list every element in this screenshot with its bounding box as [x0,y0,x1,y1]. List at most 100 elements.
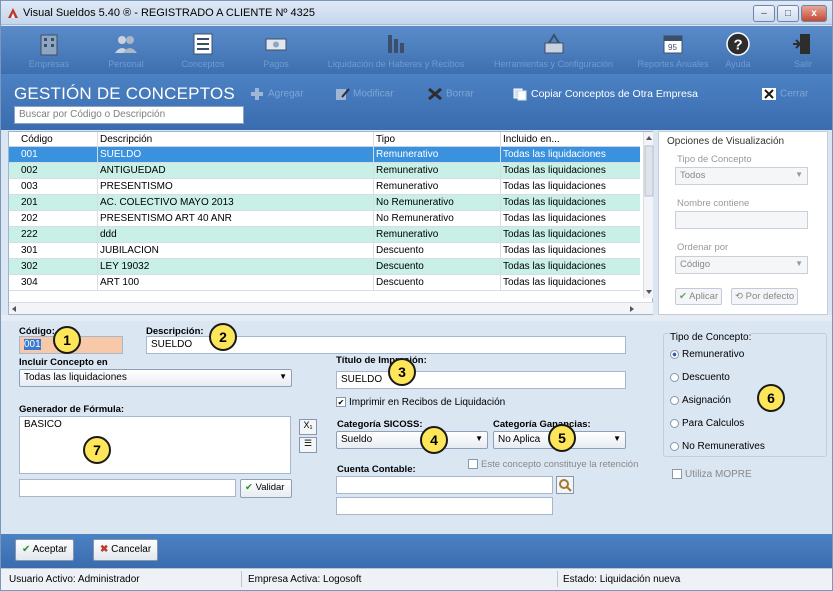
cancelar-label: Cancelar [111,544,152,555]
radio-no-remuneratives[interactable]: No Remuneratives [670,441,765,452]
grid-horizontal-scrollbar[interactable] [9,302,653,314]
chevron-down-icon: ▼ [613,434,621,443]
mopre-checkbox[interactable]: Utiliza MOPRE [672,469,752,480]
ordenar-select[interactable]: Código ▼ [675,256,808,274]
formula-list-button[interactable]: ☰ [299,437,317,453]
calendar-icon: 95 [663,35,683,54]
cell-tipo: Remunerativo [376,181,439,192]
checkbox-icon [468,459,478,470]
scrollbar-arrows-icon [644,136,654,294]
money-icon [265,38,287,51]
imprimir-checkbox[interactable]: ✔ Imprimir en Recibos de Liquidación [336,397,505,408]
toolbar-conceptos[interactable]: Conceptos [168,28,238,69]
footer-bar: ✔ Aceptar ✖ Cancelar [1,534,832,568]
table-row[interactable]: 001 SUELDO Remunerativo Todas las liquidaci… [9,147,640,163]
toolbar-label: Empresas [28,59,70,69]
main-window: Visual Sueldos 5.40 ® - REGISTRADO A CLI… [0,0,833,591]
cuenta-description-field[interactable] [336,497,553,515]
borrar-label: Borrar [446,88,474,100]
toolbar-empresas[interactable]: Empresas [19,28,79,69]
cuenta-search-button[interactable] [556,476,574,494]
toolbar-salir[interactable]: Salir [783,28,823,69]
toolbar-pagos[interactable]: Pagos [246,28,306,69]
cell-descripcion: LEY 19032 [100,261,150,272]
column-header-descripcion[interactable]: Descripción [100,134,152,145]
copiar-conceptos-button[interactable]: Copiar Conceptos de Otra Empresa [512,87,698,101]
por-defecto-button[interactable]: ⟲ Por defecto [731,288,799,305]
minimize-button[interactable]: – [753,5,775,22]
table-row[interactable]: 222 ddd Remunerativo Todas las liquidacione… [9,227,640,243]
maximize-button[interactable]: □ [777,5,799,22]
formula-input[interactable] [19,479,236,497]
cancelar-button[interactable]: ✖ Cancelar [93,539,159,561]
aplicar-button[interactable]: ✔ Aplicar [675,288,723,305]
sicoss-select[interactable]: Sueldo ▼ [336,431,488,449]
check-icon: ✔ [679,291,690,302]
titulo-field[interactable]: SUELDO [336,371,626,389]
cell-codigo: 001 [21,149,38,160]
table-row[interactable]: 202 PRESENTISMO ART 40 ANR No Remunerativo… [9,211,640,227]
chevron-down-icon: ▼ [475,434,483,443]
table-row[interactable]: 003 PRESENTISMO Remunerativo Todas las liqu… [9,179,640,195]
cell-codigo: 002 [21,165,38,176]
table-row[interactable]: 302 LEY 19032 Descuento Todas las liquidaci… [9,259,640,275]
radio-label: Asignación [682,395,731,406]
radio-remunerativo[interactable]: Remunerativo [670,349,744,360]
modificar-button[interactable]: Modificar [334,87,394,101]
cell-descripcion: ART 100 [100,277,140,288]
table-row[interactable]: 304 ART 100 Descuento Todas las liquidacion… [9,275,640,291]
toolbar-label: Reportes Anuales [637,59,709,69]
cerrar-button[interactable]: Cerrar [761,87,808,101]
incluir-select[interactable]: Todas las liquidaciones ▼ [19,369,292,387]
radio-label: Descuento [682,372,730,383]
cell-incluido: Todas las liquidaciones [503,229,606,240]
radio-asignacion[interactable]: Asignación [670,395,731,406]
cell-codigo: 222 [21,229,38,240]
column-header-codigo[interactable]: Código [21,134,53,145]
modificar-label: Modificar [353,88,394,100]
retencion-checkbox[interactable]: Este concepto constituye la retención [468,459,638,470]
formula-variables-button[interactable]: X₁ [299,419,317,435]
search-input[interactable]: Buscar por Código o Descripción [14,106,244,124]
search-icon [559,479,572,492]
plus-icon [251,88,263,100]
variable-icon: X₁ [303,420,313,430]
aceptar-button[interactable]: ✔ Aceptar [15,539,75,561]
nombre-filter-input[interactable] [675,211,808,229]
radio-para-calculos[interactable]: Para Calculos [670,418,744,429]
imprimir-label: Imprimir en Recibos de Liquidación [349,397,506,408]
edit-icon [336,88,350,100]
column-header-incluido[interactable]: Incluido en... [503,134,560,145]
agregar-button[interactable]: Agregar [249,87,304,101]
cell-tipo: Remunerativo [376,229,439,240]
column-header-tipo[interactable]: Tipo [376,134,395,145]
radio-descuento[interactable]: Descuento [670,372,730,383]
cell-incluido: Todas las liquidaciones [503,213,606,224]
toolbar-ayuda[interactable]: ? Ayuda [717,28,759,69]
table-row[interactable]: 201 AC. COLECTIVO MAYO 2013 No Remunerativ… [9,195,640,211]
tipo-filter-select[interactable]: Todos ▼ [675,167,808,185]
cell-codigo: 304 [21,277,38,288]
radio-label: Remunerativo [682,349,745,360]
close-button[interactable]: x [801,5,827,22]
toolbar-liquidacion[interactable]: Liquidación de Haberes y Recibos [321,28,471,69]
status-bar: Usuario Activo: Administrador Empresa Ac… [1,568,832,590]
table-row[interactable]: 301 JUBILACION Descuento Todas las liquidac… [9,243,640,259]
cell-descripcion: AC. COLECTIVO MAYO 2013 [100,197,234,208]
column-divider [373,132,374,291]
radio-selected-icon [670,349,679,359]
toolbar-herramientas[interactable]: Herramientas y Configuración [486,28,621,69]
formula-editor[interactable]: BASICO [19,416,291,474]
page-title: GESTIÓN DE CONCEPTOS [14,84,235,103]
grid-vertical-scrollbar[interactable] [643,132,654,298]
cell-tipo: No Remunerativo [376,197,454,208]
borrar-button[interactable]: Borrar [427,87,474,101]
status-divider [241,571,242,587]
cuenta-field[interactable] [336,476,553,494]
toolbar-reportes[interactable]: 95 Reportes Anuales [633,28,713,69]
cell-descripcion: PRESENTISMO [100,181,173,192]
tipo-concepto-group: Tipo de Concepto: Remunerativo Descuento… [663,332,827,457]
validar-button[interactable]: ✔ Validar [240,479,292,498]
toolbar-personal[interactable]: Personal [96,28,156,69]
table-row[interactable]: 002 ANTIGUEDAD Remunerativo Todas las liqui… [9,163,640,179]
